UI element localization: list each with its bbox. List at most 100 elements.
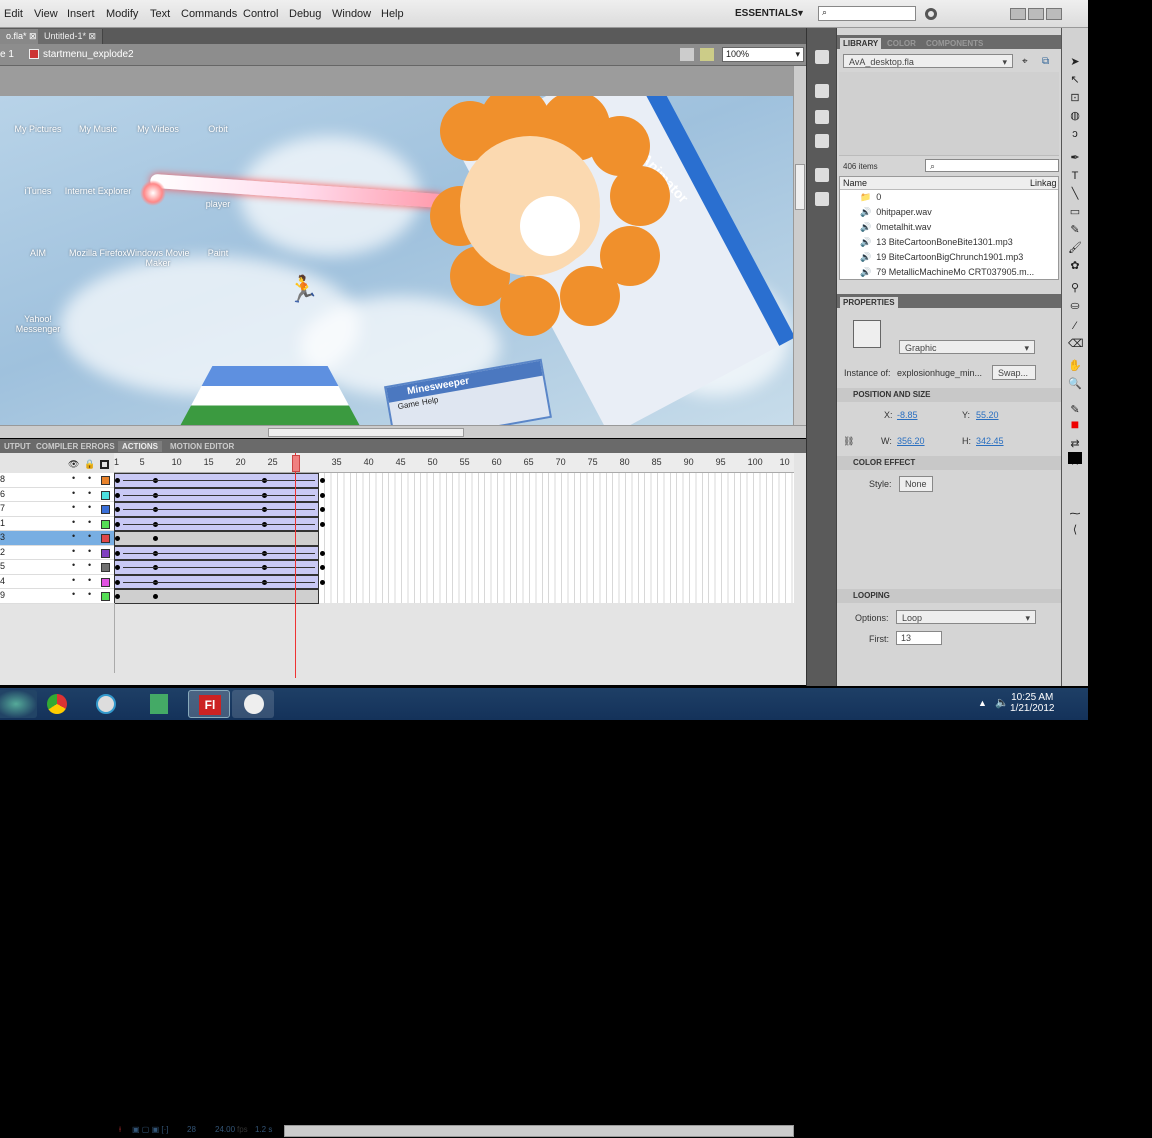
pen-tool[interactable]: ✒: [1068, 152, 1082, 164]
swap-button[interactable]: Swap...: [992, 365, 1036, 380]
menu-commands[interactable]: Commands: [181, 8, 237, 20]
selection-tool[interactable]: ➤: [1068, 56, 1082, 68]
layer-color-swatch[interactable]: [101, 534, 110, 543]
visibility-dot[interactable]: •: [72, 473, 75, 483]
keyframe[interactable]: [115, 579, 120, 585]
new-library-icon[interactable]: ⧉: [1042, 56, 1049, 67]
keyframe[interactable]: [115, 594, 120, 599]
close-button[interactable]: [1046, 8, 1062, 20]
library-item[interactable]: 🔊 0metalhit.wav: [860, 222, 931, 233]
layer-row[interactable]: 8 • •: [0, 473, 114, 488]
layer-color-swatch[interactable]: [101, 577, 110, 587]
library-item[interactable]: 🔊 79 MetallicMachineMo CRT037905.m...: [860, 267, 1034, 278]
keyframe[interactable]: [319, 579, 325, 585]
3d-rotation-tool[interactable]: ◍: [1068, 110, 1082, 122]
start-button[interactable]: [0, 690, 37, 718]
straighten-icon[interactable]: ⟨: [1068, 524, 1082, 536]
pin-icon[interactable]: ⌖: [1022, 56, 1028, 67]
transform-icon[interactable]: [815, 134, 829, 148]
library-item[interactable]: 🔊 19 BiteCartoonBigChrunch1901.mp3: [860, 252, 1023, 263]
lock-dot[interactable]: •: [88, 517, 91, 527]
breadcrumb-symbol[interactable]: startmenu_explode2: [43, 49, 134, 60]
position-size-header[interactable]: POSITION AND SIZE: [837, 388, 1061, 402]
volume-icon[interactable]: 🔈: [995, 696, 1009, 709]
menu-edit[interactable]: Edit: [4, 8, 23, 20]
timeline-ruler[interactable]: 1 5 10 15 20 25 35 40 45 50 55 60 65 70 75 80 85 90 95 100 1…: [114, 453, 794, 473]
layer-color-swatch[interactable]: [101, 505, 110, 514]
layer-color-swatch[interactable]: [101, 592, 110, 601]
loop-options-select[interactable]: Loop ▾: [896, 610, 1036, 624]
layer-row[interactable]: 3 • •: [0, 531, 114, 546]
scroll-thumb[interactable]: [268, 428, 464, 437]
pencil-tool[interactable]: ✎: [1068, 224, 1082, 236]
frame-span[interactable]: [114, 589, 319, 604]
frame-rate[interactable]: 24.00: [215, 1125, 235, 1134]
visibility-dot[interactable]: •: [72, 589, 75, 599]
close-icon[interactable]: ⊠: [89, 31, 97, 41]
tab-compiler-errors[interactable]: COMPILER ERRORS: [32, 441, 119, 452]
layer-color-swatch[interactable]: [101, 519, 110, 529]
keyframe[interactable]: [115, 536, 120, 541]
menu-text[interactable]: Text: [150, 8, 170, 20]
looping-header[interactable]: LOOPING: [837, 589, 1061, 603]
stage[interactable]: My Pictures My Music My Videos Orbit iTunes I…: [0, 96, 793, 425]
library-file-select[interactable]: AvA_desktop.fla ▾: [843, 54, 1013, 68]
text-tool[interactable]: T: [1068, 170, 1082, 182]
menu-window[interactable]: Window: [332, 8, 371, 20]
stroke-color-icon[interactable]: ✎: [1068, 404, 1082, 416]
keyframe[interactable]: [115, 521, 120, 527]
fill-color-icon[interactable]: ■: [1068, 417, 1082, 431]
keyframe[interactable]: [115, 478, 120, 483]
first-frame-input[interactable]: 13: [896, 631, 942, 645]
lock-dot[interactable]: •: [88, 488, 91, 498]
layer-row[interactable]: 9 • •: [0, 589, 114, 604]
free-transform-tool[interactable]: ⊡: [1068, 92, 1082, 104]
itunes-taskbar-button[interactable]: [85, 690, 127, 718]
timeline-scrollbar[interactable]: [284, 1125, 794, 1137]
tab-components[interactable]: COMPONENTS: [926, 39, 983, 48]
visibility-dot[interactable]: •: [72, 531, 75, 541]
components-icon[interactable]: [815, 192, 829, 206]
smooth-icon[interactable]: ⁓: [1068, 508, 1082, 520]
help-search-input[interactable]: ⌕: [818, 6, 916, 21]
zoom-select[interactable]: 100% ▾: [722, 47, 804, 62]
layer-row[interactable]: 6 • •: [0, 487, 114, 502]
center-frame-icon[interactable]: ⍿: [119, 1125, 121, 1135]
stage-horizontal-scrollbar[interactable]: [0, 425, 806, 438]
stage-vertical-scrollbar[interactable]: [793, 66, 806, 425]
color-effect-header[interactable]: COLOR EFFECT: [837, 456, 1061, 470]
library-item[interactable]: 📁 0: [860, 192, 881, 203]
zoom-tool[interactable]: 🔍: [1068, 378, 1082, 390]
keyframe[interactable]: [319, 478, 325, 483]
keyframe[interactable]: [319, 565, 325, 570]
bone-tool[interactable]: ⚲: [1068, 282, 1082, 294]
workspace-switcher[interactable]: ESSENTIALS: [735, 8, 798, 19]
visibility-dot[interactable]: •: [72, 546, 75, 556]
swap-colors-icon[interactable]: ⇄: [1068, 438, 1082, 450]
keyframe[interactable]: [319, 507, 325, 512]
width-value[interactable]: 356.20: [897, 436, 925, 446]
tab-library[interactable]: LIBRARY: [840, 38, 882, 49]
menu-view[interactable]: View: [34, 8, 58, 20]
height-value[interactable]: 342.45: [976, 436, 1004, 446]
tab-properties[interactable]: PROPERTIES: [840, 297, 898, 308]
edit-scene-icon[interactable]: [680, 48, 694, 61]
rectangle-tool[interactable]: ▭: [1068, 206, 1082, 218]
lock-dot[interactable]: •: [88, 531, 91, 541]
menu-modify[interactable]: Modify: [106, 8, 138, 20]
subselection-tool[interactable]: ↖: [1068, 74, 1082, 86]
flash-taskbar-button[interactable]: Fl: [188, 690, 230, 718]
info-icon[interactable]: [815, 110, 829, 124]
close-icon[interactable]: ⊠: [29, 31, 37, 41]
keyframe[interactable]: [115, 492, 120, 498]
lock-dot[interactable]: •: [88, 560, 91, 570]
layer-row[interactable]: 5 • •: [0, 560, 114, 575]
menu-insert[interactable]: Insert: [67, 8, 95, 20]
menu-control[interactable]: Control: [243, 8, 278, 20]
eyedropper-tool[interactable]: ⁄: [1068, 320, 1082, 332]
brush-tool[interactable]: 🖌: [1068, 242, 1082, 254]
layer-color-swatch[interactable]: [101, 548, 110, 558]
keyframe[interactable]: [319, 521, 325, 527]
tab-color[interactable]: COLOR: [887, 39, 916, 48]
keyframe[interactable]: [319, 492, 325, 498]
